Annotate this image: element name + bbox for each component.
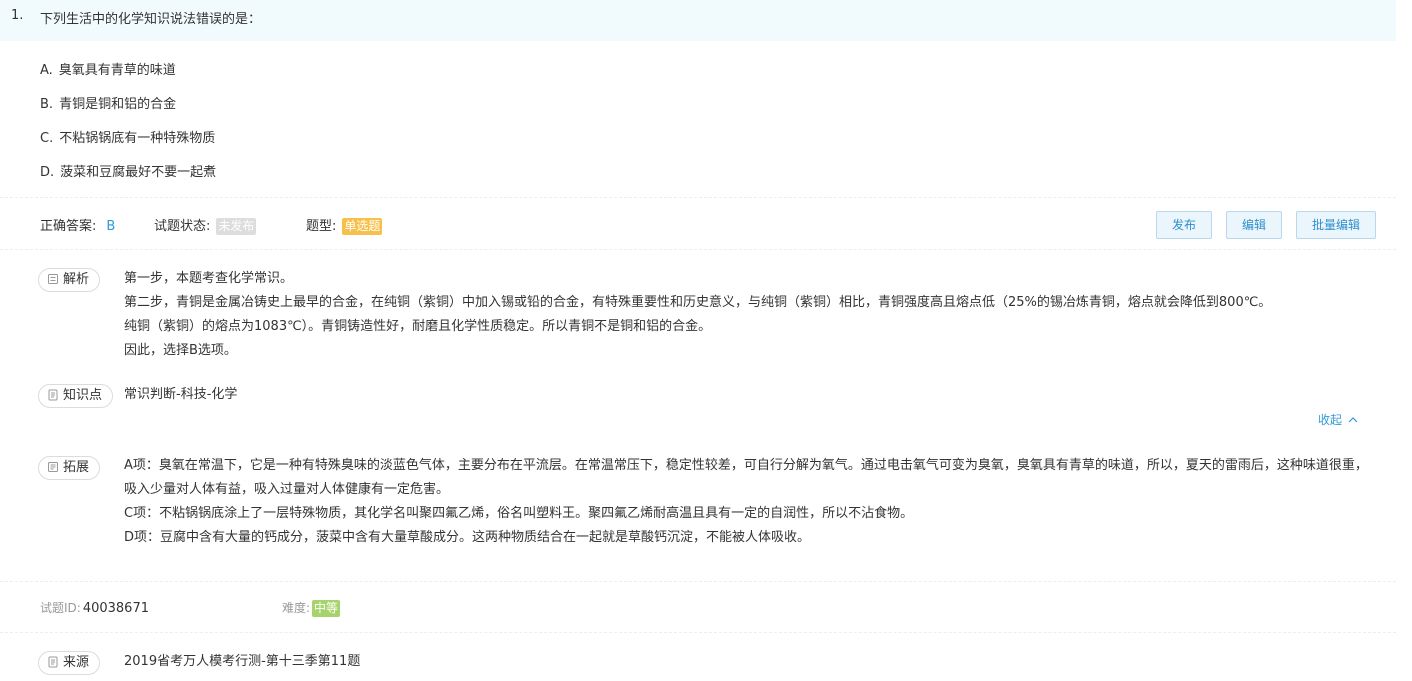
status-label: 试题状态: <box>154 219 211 234</box>
source-badge: 来源 <box>38 651 101 675</box>
extension-icon <box>48 462 58 472</box>
question-type: 题型: 单选题 <box>306 215 383 235</box>
difficulty: 难度: 中等 <box>282 599 341 617</box>
option-d: D. 菠菜和豆腐最好不要一起煮 <box>40 161 216 180</box>
analysis-label: 解析 <box>63 272 90 287</box>
edit-button[interactable]: 编辑 <box>1226 211 1282 239</box>
chevron-up-icon <box>1348 417 1358 423</box>
source-content: 2019省考万人模考行测-第十三季第11题 <box>124 650 360 674</box>
scrollbar-gutter <box>1396 0 1412 681</box>
question-id: 试题ID: 40038671 <box>40 599 149 616</box>
option-letter: C. <box>40 131 54 146</box>
extension-line: A项：臭氧在常温下，它是一种有特殊臭味的淡蓝色气体，主要分布在平流层。在常温常压… <box>124 458 1368 497</box>
analysis-badge: 解析 <box>38 268 101 292</box>
extension-content: A项：臭氧在常温下，它是一种有特殊臭味的淡蓝色气体，主要分布在平流层。在常温常压… <box>124 454 1374 550</box>
extension-label: 拓展 <box>63 460 90 475</box>
extension-line: D项：豆腐中含有大量的钙成分，菠菜中含有大量草酸成分。这两种物质结合在一起就是草… <box>124 530 811 545</box>
collapse-toggle[interactable]: 收起 <box>1318 411 1358 428</box>
collapse-label: 收起 <box>1318 413 1343 427</box>
correct-answer-label: 正确答案: <box>40 219 97 234</box>
extension-line: C项：不粘锅锅底涂上了一层特殊物质，其化学名叫聚四氟乙烯，俗名叫塑料王。聚四氟乙… <box>124 506 914 521</box>
divider <box>0 581 1396 582</box>
option-b: B. 青铜是铜和铝的合金 <box>40 93 176 112</box>
publish-button[interactable]: 发布 <box>1156 211 1212 239</box>
analysis-line: 纯铜（紫铜）的熔点为1083℃）。青铜铸造性好，耐磨且化学性质稳定。所以青铜不是… <box>124 319 712 334</box>
correct-answer: 正确答案: B <box>40 215 115 234</box>
question-number: 1. <box>11 8 24 23</box>
difficulty-label: 难度: <box>282 601 311 615</box>
option-c: C. 不粘锅锅底有一种特殊物质 <box>40 127 215 146</box>
option-letter: A. <box>40 63 53 78</box>
analysis-line: 第二步，青铜是金属冶铸史上最早的合金，在纯铜（紫铜）中加入锡或铅的合金，有特殊重… <box>124 295 1272 310</box>
option-letter: D. <box>40 165 55 180</box>
option-letter: B. <box>40 97 54 112</box>
correct-answer-value: B <box>106 219 116 234</box>
analysis-icon <box>48 274 58 284</box>
question-stem: 下列生活中的化学知识说法错误的是： <box>40 12 262 27</box>
analysis-content: 第一步，本题考查化学常识。 第二步，青铜是金属冶铸史上最早的合金，在纯铜（紫铜）… <box>124 267 1374 363</box>
option-text: 菠菜和豆腐最好不要一起煮 <box>60 165 217 180</box>
knowledge-label: 知识点 <box>63 388 103 403</box>
question-header: 1. 下列生活中的化学知识说法错误的是： <box>0 0 1396 41</box>
analysis-line: 第一步，本题考查化学常识。 <box>124 271 294 286</box>
question-id-value: 40038671 <box>82 601 149 616</box>
knowledge-content: 常识判断-科技-化学 <box>124 383 237 407</box>
option-a: A. 臭氧具有青草的味道 <box>40 59 176 78</box>
document-icon <box>48 389 58 401</box>
source-value: 2019省考万人模考行测-第十三季第11题 <box>124 654 361 669</box>
divider <box>0 249 1396 250</box>
option-text: 不粘锅锅底有一种特殊物质 <box>59 131 216 146</box>
question-id-label: 试题ID: <box>40 601 81 615</box>
extension-badge: 拓展 <box>38 456 101 480</box>
divider <box>0 197 1396 198</box>
source-label: 来源 <box>63 655 90 670</box>
status-badge: 未发布 <box>216 218 257 235</box>
batch-edit-button[interactable]: 批量编辑 <box>1296 211 1376 239</box>
option-text: 臭氧具有青草的味道 <box>58 63 176 78</box>
type-label: 题型: <box>306 219 337 234</box>
type-badge: 单选题 <box>342 218 383 235</box>
document-icon <box>48 656 58 668</box>
knowledge-badge: 知识点 <box>38 384 114 408</box>
analysis-line: 因此，选择B选项。 <box>124 343 237 358</box>
knowledge-value: 常识判断-科技-化学 <box>124 387 238 402</box>
option-text: 青铜是铜和铝的合金 <box>59 97 177 112</box>
difficulty-badge: 中等 <box>312 600 341 617</box>
question-status: 试题状态: 未发布 <box>154 215 257 235</box>
divider <box>0 632 1396 633</box>
